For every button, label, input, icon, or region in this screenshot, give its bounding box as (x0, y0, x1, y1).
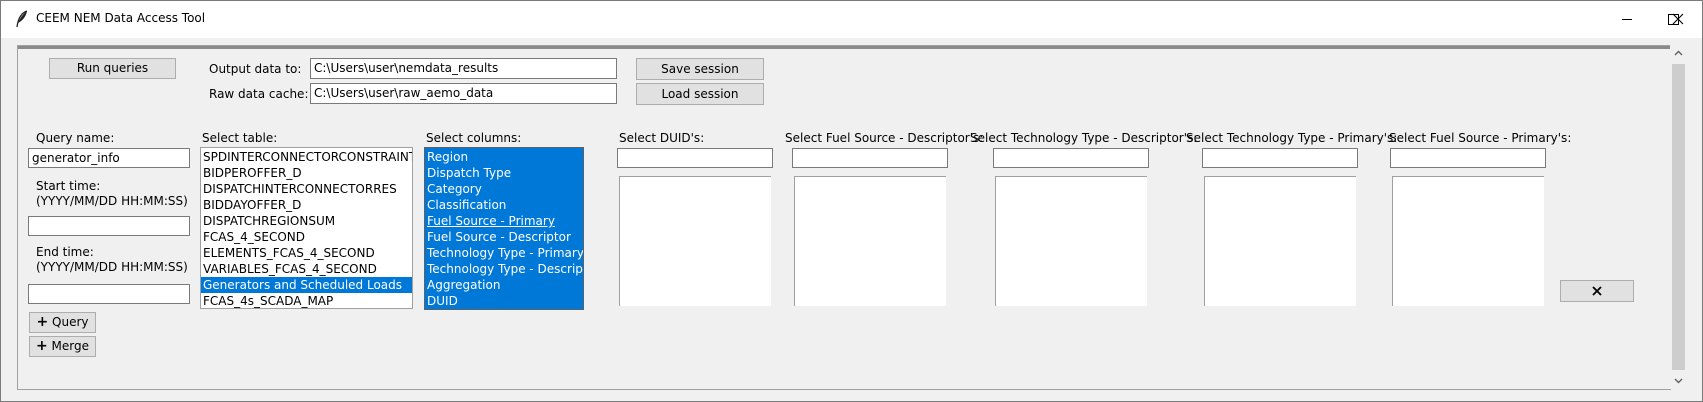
run-queries-button[interactable]: Run queries (49, 58, 176, 79)
tech-descriptor-filter-field[interactable] (993, 148, 1149, 168)
start-time-format: (YYYY/MM/DD HH:MM:SS) (36, 194, 188, 208)
list-item-active[interactable]: Fuel Source - Primary (425, 213, 583, 229)
fuel-descriptor-filter-label: Select Fuel Source - Descriptor's: (785, 131, 984, 145)
select-table-label: Select table: (202, 131, 278, 145)
start-time-label: Start time: (36, 179, 101, 193)
query-name-field[interactable]: generator_info (28, 148, 190, 168)
select-columns-label: Select columns: (426, 131, 522, 145)
minimize-button[interactable] (1604, 1, 1650, 38)
tech-primary-listbox[interactable] (1204, 176, 1356, 306)
list-item[interactable]: Region (425, 149, 583, 165)
start-time-field[interactable] (28, 216, 190, 236)
close-button[interactable] (1656, 1, 1702, 38)
end-time-format: (YYYY/MM/DD HH:MM:SS) (36, 260, 188, 274)
list-item[interactable]: Aggregation (425, 277, 583, 293)
list-item[interactable]: DISPATCHINTERCONNECTORRES (201, 181, 412, 197)
list-item[interactable]: Technology Type - Descriptor (425, 261, 583, 277)
list-item[interactable]: BIDDAYOFFER_D (201, 197, 412, 213)
fuel-primary-filter-field[interactable] (1390, 148, 1546, 168)
duid-filter-field[interactable] (617, 148, 773, 168)
add-query-label: Query (52, 315, 89, 329)
list-item[interactable]: Technology Type - Primary (425, 245, 583, 261)
minimize-icon (1622, 19, 1632, 20)
fuel-descriptor-filter-field[interactable] (792, 148, 948, 168)
list-item[interactable]: DUID (425, 293, 583, 309)
duid-filter-label: Select DUID's: (619, 131, 705, 145)
list-item[interactable]: ELEMENTS_FCAS_4_SECOND (201, 245, 412, 261)
list-item[interactable]: FCAS_4_SECOND (201, 229, 412, 245)
query-name-label: Query name: (36, 131, 115, 145)
list-item[interactable]: Fuel Source - Descriptor (425, 229, 583, 245)
output-label: Output data to: (209, 62, 302, 76)
plus-icon: + (35, 338, 48, 354)
scroll-down-icon[interactable] (1670, 372, 1687, 389)
add-query-button[interactable]: + Query (29, 312, 96, 333)
delete-query-button[interactable] (1560, 280, 1634, 302)
save-session-button[interactable]: Save session (636, 58, 764, 80)
list-item-selected[interactable]: Generators and Scheduled Loads (201, 277, 412, 293)
list-item[interactable]: Category (425, 181, 583, 197)
add-merge-button[interactable]: + Merge (29, 336, 96, 357)
fuel-primary-filter-label: Select Fuel Source - Primary's: (1389, 131, 1572, 145)
feather-icon (16, 10, 28, 28)
close-icon (1672, 13, 1684, 25)
tech-primary-filter-label: Select Technology Type - Primary's: (1186, 131, 1398, 145)
cache-path-field[interactable]: C:\Users\user\raw_aemo_data (310, 83, 617, 104)
tech-primary-filter-field[interactable] (1202, 148, 1358, 168)
list-item[interactable]: BIDPEROFFER_D (201, 165, 412, 181)
list-item[interactable]: VARIABLES_FCAS_4_SECOND (201, 261, 412, 277)
table-listbox[interactable]: SPDINTERCONNECTORCONSTRAINT BIDPEROFFER_… (200, 147, 413, 309)
list-item[interactable]: Classification (425, 197, 583, 213)
list-item[interactable]: DISPATCHREGIONSUM (201, 213, 412, 229)
tech-descriptor-filter-label: Select Technology Type - Descriptor's: (970, 131, 1198, 145)
end-time-label: End time: (36, 245, 94, 259)
columns-listbox[interactable]: Region Dispatch Type Category Classifica… (424, 147, 584, 310)
output-path-field[interactable]: C:\Users\user\nemdata_results (310, 58, 617, 79)
title-bar: CEEM NEM Data Access Tool (1, 1, 1702, 38)
duid-listbox[interactable] (619, 176, 771, 306)
plus-icon: + (36, 314, 49, 330)
add-merge-label: Merge (51, 339, 90, 353)
end-time-field[interactable] (28, 284, 190, 304)
list-item[interactable]: Dispatch Type (425, 165, 583, 181)
tech-descriptor-listbox[interactable] (995, 176, 1147, 306)
fuel-descriptor-listbox[interactable] (794, 176, 946, 306)
close-icon (1592, 286, 1602, 296)
window-title: CEEM NEM Data Access Tool (36, 11, 206, 25)
list-item[interactable]: FCAS_4s_SCADA_MAP (201, 293, 412, 308)
vertical-scrollbar[interactable] (1670, 45, 1687, 389)
fuel-primary-listbox[interactable] (1392, 176, 1544, 306)
app-window: CEEM NEM Data Access Tool Run queries Ou… (0, 0, 1703, 402)
load-session-button[interactable]: Load session (636, 83, 764, 105)
cache-label: Raw data cache: (209, 87, 309, 101)
scroll-up-icon[interactable] (1670, 45, 1687, 62)
scrollbar-thumb[interactable] (1672, 64, 1685, 370)
list-item[interactable]: SPDINTERCONNECTORCONSTRAINT (201, 149, 412, 165)
